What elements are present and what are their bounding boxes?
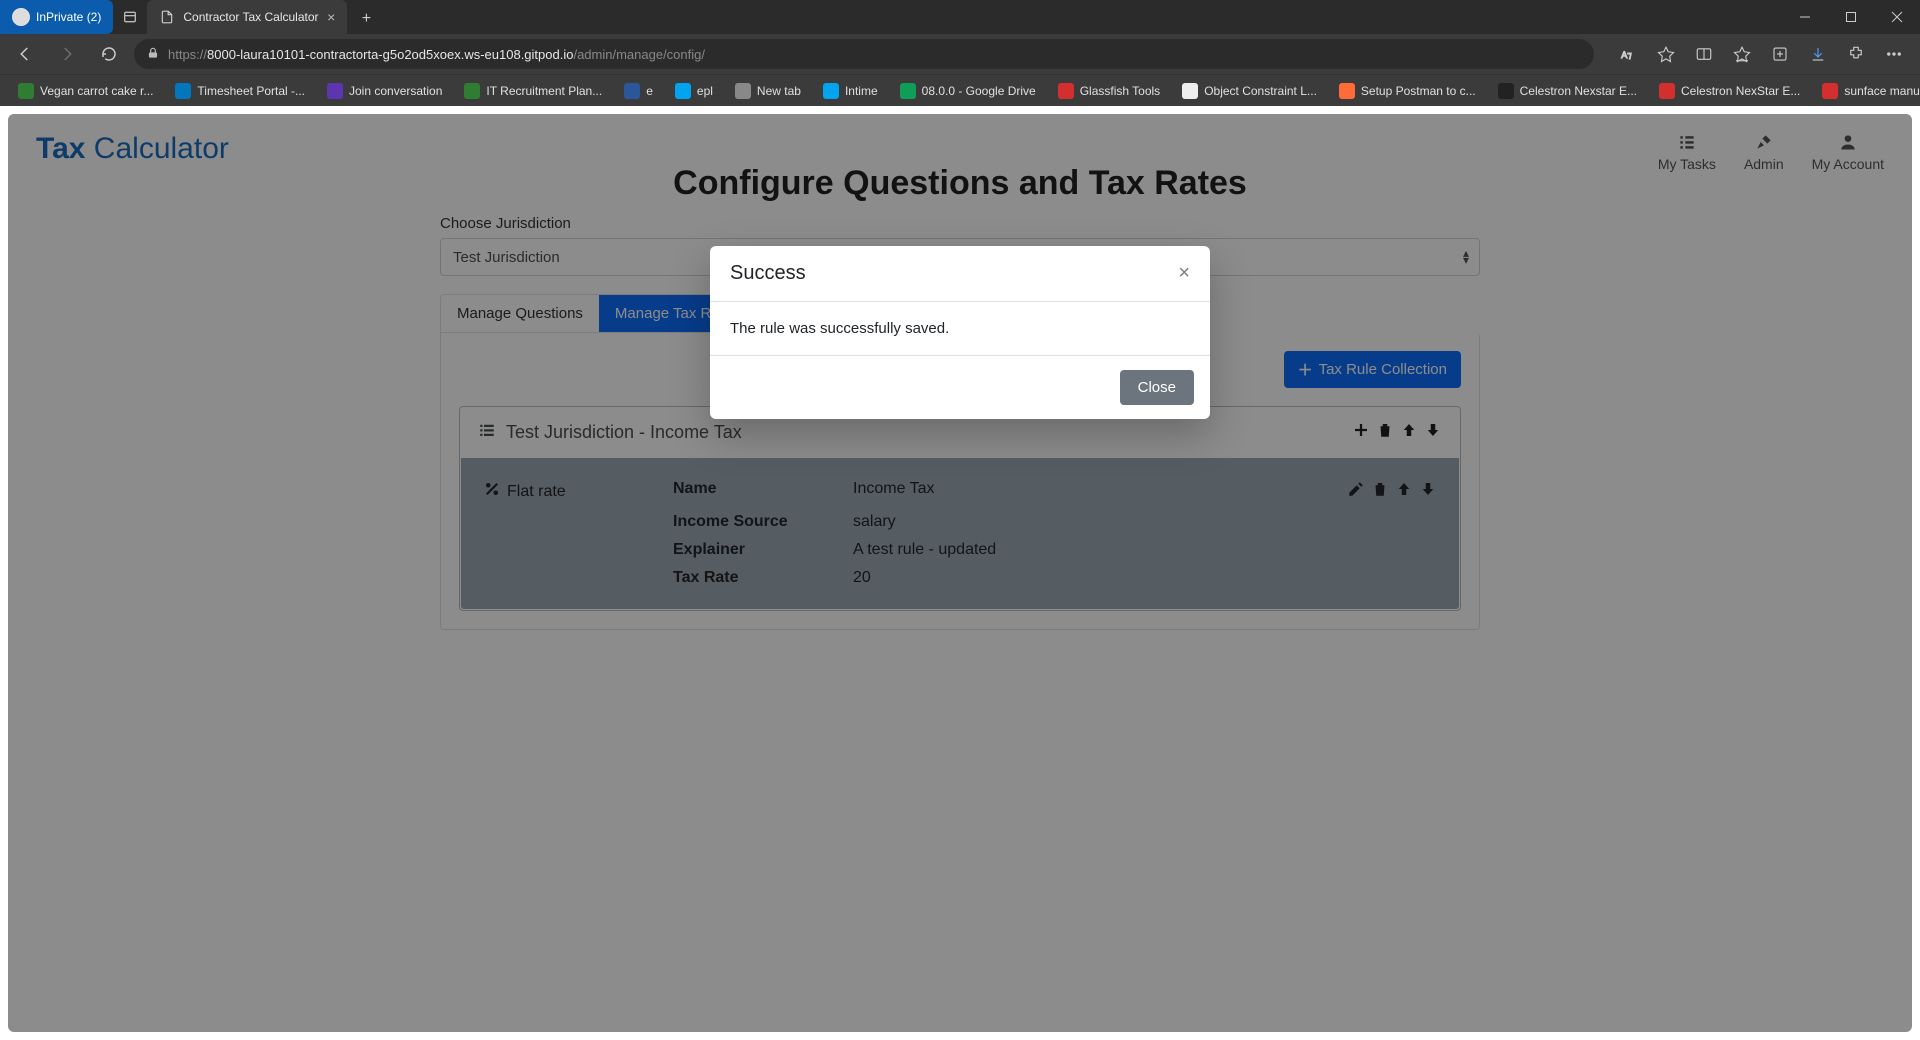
modal-close-button[interactable]: Close xyxy=(1120,370,1194,405)
bookmark-item[interactable]: Vegan carrot cake r... xyxy=(8,77,163,105)
modal-close-icon[interactable]: × xyxy=(1178,262,1190,285)
url-field[interactable]: https://8000-laura10101-contractorta-g5o… xyxy=(134,39,1594,69)
bookmark-favicon xyxy=(1822,83,1838,99)
tab-actions-icon[interactable] xyxy=(113,0,147,34)
downloads-icon[interactable] xyxy=(1800,37,1836,71)
split-screen-icon[interactable] xyxy=(1686,37,1722,71)
bookmark-label: e xyxy=(646,84,653,98)
bookmark-label: Intime xyxy=(845,84,878,98)
bookmark-item[interactable]: Join conversation xyxy=(317,77,452,105)
browser-tab[interactable]: Contractor Tax Calculator × xyxy=(147,0,347,34)
bookmark-item[interactable]: New tab xyxy=(725,77,811,105)
lock-icon xyxy=(146,46,160,63)
bookmark-label: Vegan carrot cake r... xyxy=(40,84,153,98)
modal-title: Success xyxy=(730,262,806,285)
bookmark-item[interactable]: Setup Postman to c... xyxy=(1329,77,1486,105)
avatar xyxy=(12,8,30,26)
bookmark-label: Celestron Nexstar E... xyxy=(1520,84,1637,98)
bookmark-label: Celestron NexStar E... xyxy=(1681,84,1800,98)
bookmark-label: sunface manual xyxy=(1844,84,1920,98)
bookmark-favicon xyxy=(823,83,839,99)
back-button[interactable] xyxy=(8,37,42,71)
close-window-button[interactable] xyxy=(1874,0,1920,34)
favorite-icon[interactable] xyxy=(1648,37,1684,71)
bookmark-label: Join conversation xyxy=(349,84,442,98)
window-buttons xyxy=(1782,0,1920,34)
svg-text:A⁊: A⁊ xyxy=(1621,50,1632,60)
bookmark-label: Object Constraint L... xyxy=(1204,84,1317,98)
viewport: Tax Calculator My Tasks Admin My Account… xyxy=(0,106,1920,1040)
bookmark-favicon xyxy=(1498,83,1514,99)
success-modal: Success × The rule was successfully save… xyxy=(710,246,1210,419)
bookmark-favicon xyxy=(735,83,751,99)
bookmark-favicon xyxy=(675,83,691,99)
bookmark-item[interactable]: Object Constraint L... xyxy=(1172,77,1327,105)
bookmark-item[interactable]: Celestron NexStar E... xyxy=(1649,77,1810,105)
address-bar: https://8000-laura10101-contractorta-g5o… xyxy=(0,34,1920,74)
tab-close-icon[interactable]: × xyxy=(327,9,335,25)
extensions-icon[interactable] xyxy=(1838,37,1874,71)
bookmark-favicon xyxy=(464,83,480,99)
browser-titlebar: InPrivate (2) Contractor Tax Calculator … xyxy=(0,0,1920,34)
bookmark-label: Timesheet Portal -... xyxy=(197,84,305,98)
modal-footer: Close xyxy=(710,355,1210,419)
bookmark-favicon xyxy=(1058,83,1074,99)
bookmark-item[interactable]: Timesheet Portal -... xyxy=(165,77,315,105)
bookmark-label: Setup Postman to c... xyxy=(1361,84,1476,98)
bookmark-bar: Vegan carrot cake r... Timesheet Portal -… xyxy=(0,74,1920,106)
bookmark-favicon xyxy=(1182,83,1198,99)
url-text: https://8000-laura10101-contractorta-g5o… xyxy=(168,47,705,62)
bookmark-label: IT Recruitment Plan... xyxy=(486,84,602,98)
refresh-button[interactable] xyxy=(92,37,126,71)
modal-body: The rule was successfully saved. xyxy=(710,302,1210,355)
bookmark-label: 08.0.0 - Google Drive xyxy=(922,84,1036,98)
inprivate-indicator[interactable]: InPrivate (2) xyxy=(0,0,113,34)
bookmark-item[interactable]: e xyxy=(614,77,663,105)
bookmark-item[interactable]: Glassfish Tools xyxy=(1048,77,1170,105)
tabstrip: Contractor Tax Calculator × + xyxy=(147,0,1782,34)
bookmark-favicon xyxy=(900,83,916,99)
bookmark-item[interactable]: IT Recruitment Plan... xyxy=(454,77,612,105)
maximize-button[interactable] xyxy=(1828,0,1874,34)
inprivate-label: InPrivate (2) xyxy=(36,10,101,24)
bookmark-item[interactable]: sunface manual xyxy=(1812,77,1920,105)
bookmark-label: Glassfish Tools xyxy=(1080,84,1160,98)
bookmark-favicon xyxy=(175,83,191,99)
bookmark-item[interactable]: Intime xyxy=(813,77,888,105)
new-tab-button[interactable]: + xyxy=(351,4,381,34)
bookmark-favicon xyxy=(1339,83,1355,99)
collections-icon[interactable] xyxy=(1762,37,1798,71)
forward-button[interactable] xyxy=(50,37,84,71)
bookmark-favicon xyxy=(18,83,34,99)
favorites-list-icon[interactable] xyxy=(1724,37,1760,71)
bookmark-item[interactable]: Celestron Nexstar E... xyxy=(1488,77,1647,105)
bookmark-favicon xyxy=(1659,83,1675,99)
more-icon[interactable] xyxy=(1876,37,1912,71)
page-icon xyxy=(159,9,175,25)
tab-title: Contractor Tax Calculator xyxy=(183,10,318,24)
bookmark-favicon xyxy=(624,83,640,99)
minimize-button[interactable] xyxy=(1782,0,1828,34)
modal-header: Success × xyxy=(710,246,1210,302)
app-frame: Tax Calculator My Tasks Admin My Account… xyxy=(8,114,1912,1032)
bookmark-favicon xyxy=(327,83,343,99)
bookmark-item[interactable]: epl xyxy=(665,77,723,105)
bookmark-label: New tab xyxy=(757,84,801,98)
bookmark-label: epl xyxy=(697,84,713,98)
bookmark-item[interactable]: 08.0.0 - Google Drive xyxy=(890,77,1046,105)
read-aloud-icon[interactable]: A⁊ xyxy=(1610,37,1646,71)
toolbar-right: A⁊ xyxy=(1610,37,1912,71)
